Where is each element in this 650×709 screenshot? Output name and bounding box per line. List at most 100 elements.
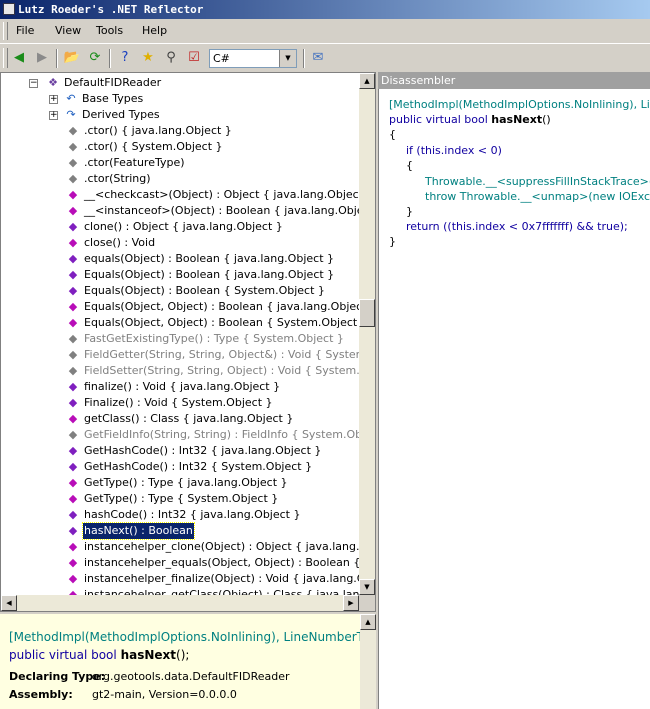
tree-member-label: GetType() : Type { System.Object } — [84, 492, 279, 505]
tree-member-label: instancehelper_equals(Object, Object) : … — [84, 556, 359, 569]
virtual-method-icon: ◆ — [68, 252, 78, 265]
virtual-method-icon: ◆ — [68, 460, 78, 473]
tree-member-label: Equals(Object) : Boolean { System.Object… — [84, 284, 325, 297]
method-icon: ◆ — [68, 476, 78, 489]
tree-member-label: .ctor() { java.lang.Object } — [84, 124, 232, 137]
code-inner-open-brace: { — [406, 159, 413, 172]
tree-member-label: GetFieldInfo(String, String) : FieldInfo… — [84, 428, 359, 441]
code-signature: public virtual bool hasNext() — [389, 113, 551, 126]
code-throw-line-1: Throwable.__<suppressFillInStackTrace>()… — [425, 175, 650, 188]
virtual-method-icon: ◆ — [68, 444, 78, 457]
tree-member-label: FieldSetter(String, String, Object) : Vo… — [84, 364, 359, 377]
tree-member-label: GetHashCode() : Int32 { java.lang.Object… — [84, 444, 322, 457]
chevron-down-icon[interactable]: ▼ — [279, 50, 296, 67]
tree-member-label: Equals(Object) : Boolean { java.lang.Obj… — [84, 268, 335, 281]
tree-member-label: GetType() : Type { java.lang.Object } — [84, 476, 288, 489]
code-inner-close-brace: } — [406, 205, 413, 218]
code-open-brace: { — [389, 128, 396, 141]
search-icon[interactable]: ⚲ — [162, 49, 180, 67]
info-scrollbar[interactable]: ▲ — [360, 614, 376, 709]
scroll-down-icon[interactable]: ▼ — [359, 579, 375, 595]
disassembler-pane: Disassembler [MethodImpl(MethodImplOptio… — [378, 72, 650, 709]
class-icon: ❖ — [48, 76, 58, 89]
method-name-link[interactable]: hasNext — [491, 113, 542, 126]
constructor-icon: ◆ — [68, 172, 78, 185]
constructor-icon: ◆ — [68, 124, 78, 137]
method-icon: ◆ — [68, 236, 78, 249]
assembly-value[interactable]: gt2-main, Version=0.0.0.0 — [92, 688, 237, 701]
assembly-label: Assembly: — [9, 688, 73, 701]
virtual-method-icon: ◆ — [68, 396, 78, 409]
tree-member-label: finalize() : Void { java.lang.Object } — [84, 380, 281, 393]
disassembler-code[interactable]: [MethodImpl(MethodImplOptions.NoInlining… — [378, 89, 650, 709]
code-attribute-line: [MethodImpl(MethodImplOptions.NoInlining… — [389, 98, 650, 111]
private-method-icon: ◆ — [68, 364, 78, 377]
tree-member-label: Equals(Object, Object) : Boolean { java.… — [84, 300, 359, 313]
menu-grip — [3, 22, 8, 40]
derived-types-icon: ↷ — [66, 108, 76, 121]
scroll-up-icon[interactable]: ▲ — [360, 614, 376, 630]
mail-icon[interactable]: ✉ — [309, 49, 327, 67]
declaring-type-value[interactable]: org.geotools.data.DefaultFIDReader — [92, 670, 290, 683]
scroll-up-icon[interactable]: ▲ — [359, 73, 375, 89]
tree-member-label: .ctor(FeatureType) — [84, 156, 185, 169]
tree-member-label: clone() : Object { java.lang.Object } — [84, 220, 283, 233]
private-method-icon: ◆ — [68, 428, 78, 441]
tree-member-label: hasNext() : Boolean — [82, 522, 195, 540]
tree-horizontal-scrollbar[interactable]: ◀ ▶ — [1, 595, 359, 611]
virtual-method-icon: ◆ — [68, 508, 78, 521]
tree-content: − ❖ DefaultFIDReader + ↶ Base Types + ↷ … — [1, 73, 359, 595]
tree-member-label: instancehelper_finalize(Object) : Void {… — [84, 572, 359, 585]
menu-file[interactable]: File — [16, 24, 34, 37]
tree-member-label: close() : Void — [84, 236, 156, 249]
tree-member-label: .ctor(String) — [84, 172, 151, 185]
virtual-method-icon: ◆ — [68, 220, 78, 233]
scroll-thumb[interactable] — [359, 299, 375, 327]
tree-member-label: GetHashCode() : Int32 { System.Object } — [84, 460, 313, 473]
tree-member-label: Equals(Object, Object) : Boolean { Syste… — [84, 316, 359, 329]
favorite-icon[interactable]: ★ — [139, 49, 157, 67]
tree-member-label: instancehelper_getClass(Object) : Class … — [84, 588, 359, 595]
method-icon: ◆ — [68, 540, 78, 553]
tree-member-label: getClass() : Class { java.lang.Object } — [84, 412, 294, 425]
forward-icon[interactable]: ▶ — [33, 49, 51, 67]
declaring-type-label: Declaring Type: — [9, 670, 106, 683]
tree-member-label: FieldGetter(String, String, Object&) : V… — [84, 348, 359, 361]
search-help-icon[interactable]: ? — [116, 49, 134, 67]
collapse-icon[interactable]: − — [29, 79, 38, 88]
toolbar: ◀ ▶ 📂 ⟳ ? ★ ⚲ ☑ C# ▼ ✉ — [0, 43, 650, 72]
method-icon: ◆ — [68, 412, 78, 425]
expand-icon[interactable]: + — [49, 95, 58, 104]
menu-help[interactable]: Help — [142, 24, 167, 37]
private-method-icon: ◆ — [68, 348, 78, 361]
tree-member-label: __<instanceof>(Object) : Boolean { java.… — [84, 204, 359, 217]
assembly-browser-tree[interactable]: − ❖ DefaultFIDReader + ↶ Base Types + ↷ … — [0, 72, 376, 612]
constructor-icon: ◆ — [68, 156, 78, 169]
toolbar-separator — [109, 49, 111, 68]
method-icon: ◆ — [68, 572, 78, 585]
tree-vertical-scrollbar[interactable]: ▲ ▼ — [359, 73, 375, 595]
method-icon: ◆ — [68, 556, 78, 569]
virtual-method-icon: ◆ — [68, 268, 78, 281]
code-throw-line-2: throw Throwable.__<unmap>(new IOExceptio — [425, 190, 650, 203]
menu-tools[interactable]: Tools — [96, 24, 123, 37]
window-title: Lutz Roeder's .NET Reflector — [18, 3, 204, 16]
back-icon[interactable]: ◀ — [10, 49, 28, 67]
language-select[interactable]: C# ▼ — [209, 49, 297, 68]
scroll-right-icon[interactable]: ▶ — [343, 595, 359, 611]
open-icon[interactable]: 📂 — [63, 49, 81, 67]
bookmark-icon[interactable]: ☑ — [185, 49, 203, 67]
menu-view[interactable]: View — [55, 24, 81, 37]
method-icon: ◆ — [68, 188, 78, 201]
method-icon: ◆ — [68, 492, 78, 505]
refresh-icon[interactable]: ⟳ — [86, 49, 104, 67]
language-value: C# — [213, 52, 230, 65]
method-icon: ◆ — [68, 300, 78, 313]
scroll-left-icon[interactable]: ◀ — [1, 595, 17, 611]
code-if-line: if (this.index < 0) — [406, 144, 502, 157]
expand-icon[interactable]: + — [49, 111, 58, 120]
method-icon: ◆ — [68, 316, 78, 329]
info-signature: public virtual bool hasNext(); — [9, 648, 190, 662]
tree-member-label: .ctor() { System.Object } — [84, 140, 223, 153]
title-bar[interactable]: Lutz Roeder's .NET Reflector — [0, 0, 650, 19]
